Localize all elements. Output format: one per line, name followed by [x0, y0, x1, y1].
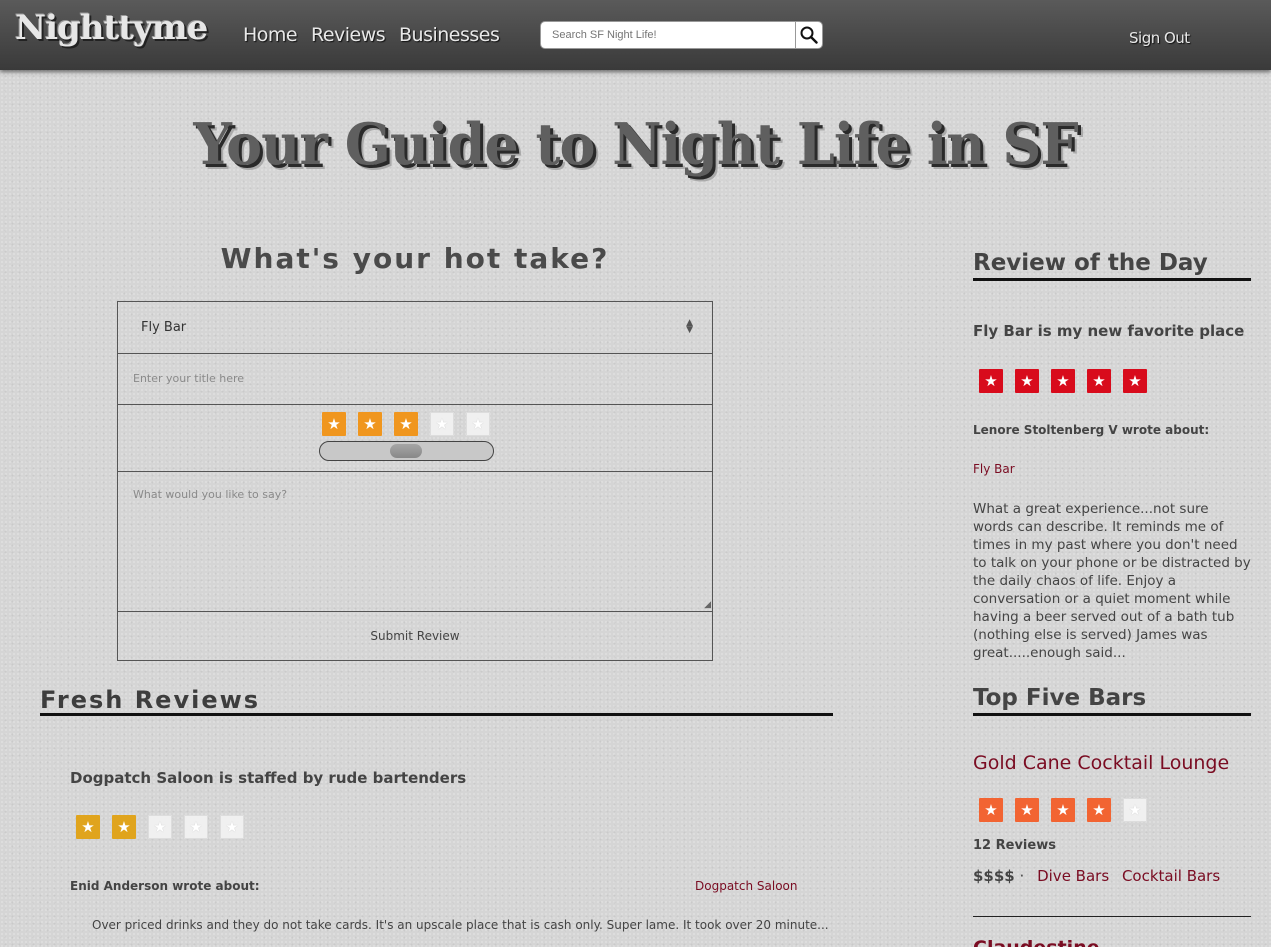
- star-empty-icon: ★: [220, 815, 244, 839]
- select-arrows-icon: ▲ ▼: [686, 318, 693, 335]
- top-bar-name-link[interactable]: Claudestine: [973, 937, 1100, 947]
- submit-review-label: Submit Review: [370, 629, 460, 643]
- review-of-day-author: Lenore Stoltenberg V wrote about:: [973, 423, 1210, 437]
- star-icon[interactable]: ★: [394, 412, 418, 436]
- star-icon: ★: [1051, 798, 1075, 822]
- star-icon: ★: [979, 369, 1003, 393]
- review-of-day-business-link[interactable]: Fly Bar: [973, 462, 1015, 476]
- top-bars-heading: Top Five Bars: [973, 685, 1147, 711]
- rating-stars: ★ ★ ★ ★ ★: [322, 412, 490, 436]
- category-link-dive-bars[interactable]: Dive Bars: [1037, 867, 1109, 885]
- star-icon: ★: [76, 815, 100, 839]
- site-logo[interactable]: Nighttyme: [15, 8, 208, 48]
- business-select[interactable]: Fly Bar ▲ ▼: [118, 302, 712, 354]
- star-icon: ★: [1123, 369, 1147, 393]
- star-icon: ★: [979, 798, 1003, 822]
- review-of-day-heading: Review of the Day: [973, 250, 1208, 276]
- top-bar-review-count: 12 Reviews: [973, 838, 1056, 853]
- top-bar-name-link[interactable]: Gold Cane Cocktail Lounge: [973, 752, 1229, 774]
- review-body-placeholder: What would you like to say?: [133, 488, 288, 501]
- hero-title: Your Guide to Night Life in SF: [193, 110, 1078, 178]
- nav-reviews-link[interactable]: Reviews: [311, 24, 386, 46]
- top-navbar: Nighttyme Home Reviews Businesses Sign O…: [0, 0, 1271, 70]
- review-form-heading: What's your hot take?: [220, 242, 610, 275]
- review-author: Enid Anderson wrote about:: [70, 879, 260, 893]
- star-empty-icon: ★: [148, 815, 172, 839]
- fresh-reviews-heading: Fresh Reviews: [40, 686, 261, 714]
- star-icon: ★: [1015, 798, 1039, 822]
- divider: [40, 713, 833, 716]
- review-of-day-body: What a great experience...not sure words…: [973, 501, 1251, 661]
- rating-slider-thumb[interactable]: [390, 444, 422, 458]
- top-bar-meta: $$$$ · Dive Bars Cocktail Bars: [973, 867, 1220, 885]
- star-icon: ★: [1087, 798, 1111, 822]
- star-empty-icon[interactable]: ★: [430, 412, 454, 436]
- review-business-link[interactable]: Dogpatch Saloon: [695, 879, 798, 893]
- review-body: Over priced drinks and they do not take …: [92, 918, 829, 932]
- review-of-day-title[interactable]: Fly Bar is my new favorite place: [973, 322, 1244, 340]
- rating-input: ★ ★ ★ ★ ★: [118, 405, 712, 472]
- divider: [973, 916, 1251, 917]
- business-select-value: Fly Bar: [141, 320, 187, 335]
- star-empty-icon[interactable]: ★: [466, 412, 490, 436]
- review-body-textarea[interactable]: What would you like to say? ◢: [118, 472, 712, 612]
- star-empty-icon: ★: [184, 815, 208, 839]
- divider: [973, 713, 1251, 716]
- meta-separator: ·: [1019, 867, 1025, 885]
- review-of-day-stars: ★ ★ ★ ★ ★: [979, 369, 1147, 393]
- resize-handle-icon[interactable]: ◢: [704, 600, 711, 610]
- star-icon: ★: [1015, 369, 1039, 393]
- top-bar-stars: ★ ★ ★ ★ ★: [979, 798, 1147, 822]
- sign-out-link[interactable]: Sign Out: [1129, 29, 1190, 47]
- review-title[interactable]: Dogpatch Saloon is staffed by rude barte…: [70, 769, 466, 787]
- star-icon: ★: [1051, 369, 1075, 393]
- category-link-cocktail-bars[interactable]: Cocktail Bars: [1122, 867, 1220, 885]
- review-form: Fly Bar ▲ ▼ Enter your title here ★ ★ ★ ★…: [117, 301, 713, 661]
- nav-home-link[interactable]: Home: [243, 24, 298, 46]
- review-title-placeholder: Enter your title here: [133, 372, 245, 385]
- nav-businesses-link[interactable]: Businesses: [399, 24, 500, 46]
- star-icon: ★: [112, 815, 136, 839]
- search-icon: [800, 26, 818, 44]
- rating-slider[interactable]: [319, 441, 494, 461]
- search-button[interactable]: [795, 21, 823, 49]
- star-icon[interactable]: ★: [358, 412, 382, 436]
- price-level: $$$$: [973, 867, 1015, 885]
- review-rating-stars: ★ ★ ★ ★ ★: [76, 815, 244, 839]
- star-icon[interactable]: ★: [322, 412, 346, 436]
- divider: [973, 278, 1251, 281]
- search-input[interactable]: [540, 21, 796, 49]
- review-title-input[interactable]: Enter your title here: [118, 354, 712, 405]
- star-empty-icon: ★: [1123, 798, 1147, 822]
- star-icon: ★: [1087, 369, 1111, 393]
- submit-review-button[interactable]: Submit Review: [118, 612, 712, 661]
